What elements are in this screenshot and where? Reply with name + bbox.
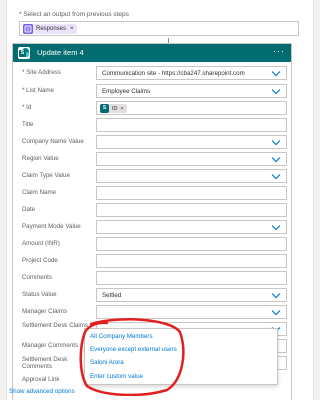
dropdown-option[interactable]: All Company Members <box>90 333 153 340</box>
forms-icon <box>23 24 33 34</box>
field-row: * Site Address Communication site - https… <box>13 66 291 80</box>
field-input[interactable] <box>96 237 287 251</box>
chevron-down-icon <box>271 293 281 299</box>
dropdown-option[interactable]: Saloni Arora <box>90 359 124 366</box>
field-row: Claim Name <box>13 186 291 200</box>
settlement-desk-claims-dropdown[interactable]: All Company Members Everyone except exte… <box>84 328 278 385</box>
field-label: Comments <box>22 274 52 281</box>
field-input[interactable] <box>96 186 287 200</box>
remove-token-icon[interactable]: × <box>121 106 124 112</box>
field-input[interactable]: Employee Claims <box>96 84 287 98</box>
show-advanced-options-link[interactable]: Show advanced options <box>9 388 75 395</box>
chevron-down-icon <box>271 140 281 146</box>
field-label: Manager Comments <box>22 342 79 349</box>
chevron-down-icon <box>271 174 281 180</box>
sharepoint-icon: S <box>18 47 30 59</box>
id-token-label: ID <box>112 105 118 112</box>
field-label: Status Value <box>22 291 57 298</box>
field-label: Region Value <box>22 155 59 162</box>
previous-output-field[interactable]: Responses × <box>19 21 299 36</box>
remove-token-icon[interactable]: × <box>70 26 74 32</box>
field-row: Title <box>13 118 291 132</box>
field-row: Region Value <box>13 152 291 166</box>
field-value: Settled <box>102 292 122 299</box>
field-label: * Id <box>22 104 32 111</box>
field-input[interactable] <box>96 152 287 166</box>
field-row: Claim Type Value <box>13 169 291 183</box>
field-label: * List Name <box>22 87 54 94</box>
field-label: Payment Mode Value <box>22 223 81 230</box>
field-row: Comments <box>13 271 291 285</box>
card-title: Update item 4 <box>37 48 84 57</box>
field-input[interactable]: Settled <box>96 288 287 302</box>
sharepoint-icon: S <box>100 104 109 113</box>
field-label: Amount (INR) <box>22 240 60 247</box>
field-row: * Id S ID × <box>13 101 291 115</box>
field-row: Project Code <box>13 254 291 268</box>
enter-custom-value-option[interactable]: Enter custom value <box>90 373 143 380</box>
field-label: Manager Claims <box>22 308 68 315</box>
field-label: Company Name Value <box>22 138 84 145</box>
field-row: Status Value Settled <box>13 288 291 302</box>
field-input[interactable] <box>96 203 287 217</box>
dropdown-option[interactable]: Everyone except external users <box>90 346 177 353</box>
responses-token-label: Responses <box>36 26 67 32</box>
field-input[interactable] <box>96 254 287 268</box>
field-label: Claim Type Value <box>22 172 70 179</box>
id-token[interactable]: S ID × <box>100 104 127 113</box>
field-label: Date <box>22 206 36 213</box>
chevron-down-icon <box>271 71 281 77</box>
field-input[interactable] <box>96 169 287 183</box>
chevron-down-icon <box>271 310 281 316</box>
field-input[interactable] <box>96 118 287 132</box>
field-input[interactable] <box>96 135 287 149</box>
field-value: Communication site - https://cba247.shar… <box>102 70 245 77</box>
field-row: Payment Mode Value <box>13 220 291 234</box>
field-row: Date <box>13 203 291 217</box>
field-input[interactable] <box>96 305 287 319</box>
field-row: Manager Claims <box>13 305 291 319</box>
field-label: * Site Address <box>22 69 61 76</box>
field-value: Employee Claims <box>102 88 151 95</box>
card-header[interactable]: S Update item 4 ··· <box>13 44 291 62</box>
field-row: * List Name Employee Claims <box>13 84 291 98</box>
chevron-down-icon <box>271 157 281 163</box>
field-input[interactable]: S ID × <box>96 101 287 115</box>
chevron-down-icon <box>271 89 281 95</box>
previous-output-label: * Select an output from previous steps <box>19 11 129 18</box>
field-row: Company Name Value <box>13 135 291 149</box>
field-label: Approval Link <box>22 376 60 383</box>
field-input[interactable]: Communication site - https://cba247.shar… <box>96 66 287 80</box>
field-label: Title <box>22 121 34 128</box>
field-label: Claim Name <box>22 189 57 196</box>
field-row: Amount (INR) <box>13 237 291 251</box>
field-label: Project Code <box>22 257 58 264</box>
field-input[interactable] <box>96 271 287 285</box>
more-options-icon[interactable]: ··· <box>273 46 285 56</box>
responses-token[interactable]: Responses × <box>23 24 77 34</box>
chevron-down-icon <box>271 225 281 231</box>
field-input[interactable] <box>96 220 287 234</box>
